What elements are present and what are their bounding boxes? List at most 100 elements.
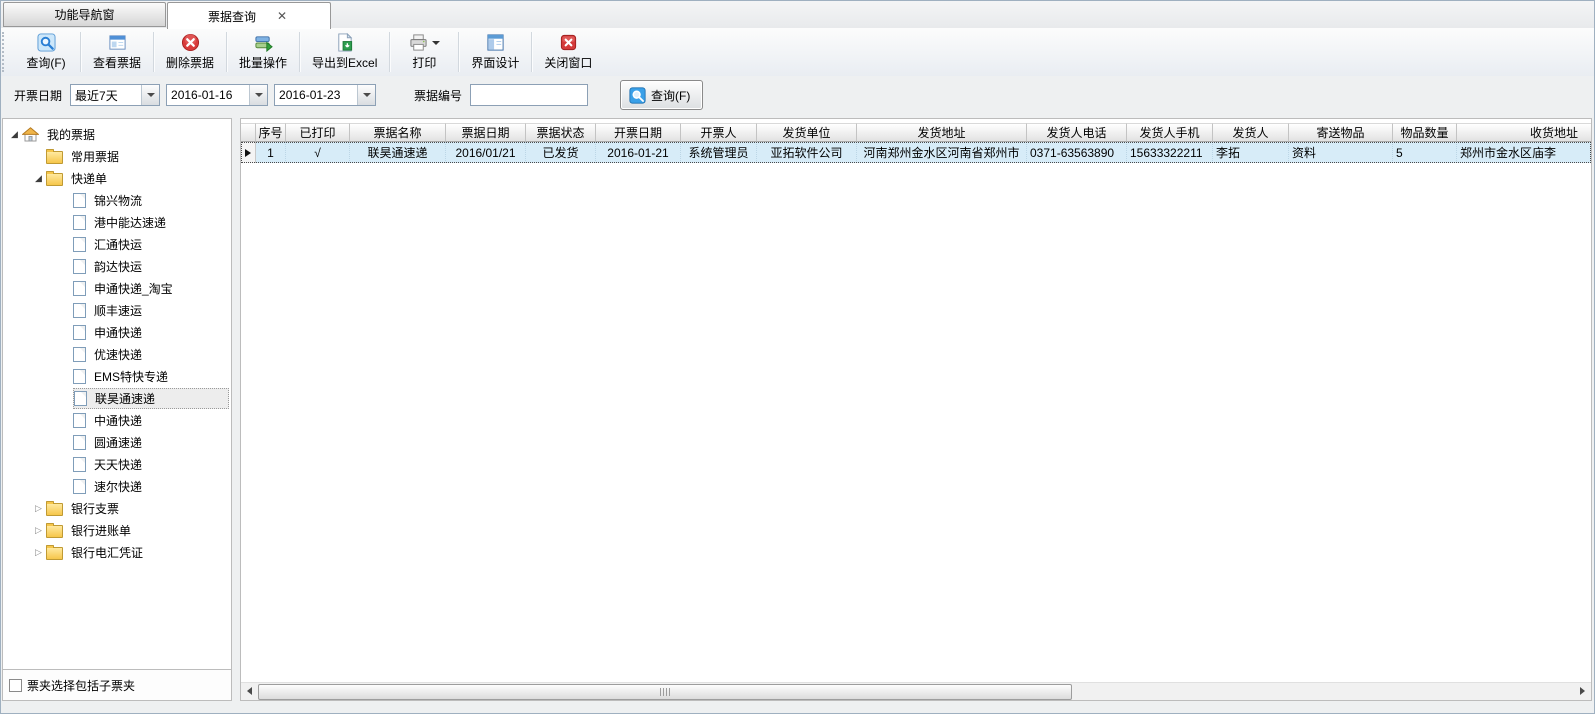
ticket-folder-panel: 我的票据 常用票据 快递单 锦兴物流 港中能达速递 [2,118,232,701]
horizontal-scrollbar[interactable] [241,682,1591,700]
tree-item-courier[interactable]: 申通快递 [3,321,231,343]
tree-item-courier[interactable]: 申通快递_淘宝 [3,277,231,299]
tree-expander-icon[interactable] [31,501,46,515]
tab-ticket-query[interactable]: 票据查询 ✕ [167,2,331,29]
tree-item-courier[interactable]: 中通快递 [3,409,231,431]
column-header[interactable]: 收货地址 [1457,123,1591,142]
view-ticket-button[interactable]: 查看票据 [82,28,152,76]
page-icon [73,369,86,384]
print-button[interactable]: 打印 [391,28,457,76]
ticket-no-label: 票据编号 [414,87,462,104]
tab-label: 功能导航窗 [54,6,114,23]
tree-item-courier[interactable]: EMS特快专递 [3,365,231,387]
cell-ticket-date: 2016/01/21 [446,142,526,163]
tree-item-courier-selected[interactable]: 联昊通速递 [3,387,231,409]
column-header[interactable]: 票据名称 [350,123,446,142]
tree-item-bank-deposit[interactable]: 银行进账单 [3,519,231,541]
tree-item-courier[interactable]: 韵达快运 [3,255,231,277]
column-header[interactable]: 票据状态 [526,123,596,142]
tree-item-label: 常用票据 [68,147,122,166]
ui-design-icon [486,33,505,52]
chevron-down-icon[interactable] [249,85,267,105]
print-button-label: 打印 [412,54,436,71]
column-header[interactable]: 发货人 [1213,123,1289,142]
page-icon [73,435,86,450]
column-header[interactable]: 票据日期 [446,123,526,142]
cell-ship-address: 河南郑州金水区河南省郑州市 [857,142,1027,163]
view-ticket-button-label: 查看票据 [93,54,141,71]
query-button[interactable]: 查询(F) [13,28,79,76]
batch-operations-button[interactable]: 批量操作 [228,28,298,76]
delete-ticket-button[interactable]: 删除票据 [155,28,225,76]
tree-expander-icon[interactable] [31,545,46,559]
tree-expander-icon[interactable] [31,171,46,185]
tree-item-express-forms[interactable]: 快递单 [3,167,231,189]
tree-expander-icon[interactable] [31,523,46,537]
tree-item-bank-cheque[interactable]: 银行支票 [3,497,231,519]
column-header[interactable]: 发货人手机 [1127,123,1213,142]
query-button-label: 查询(F) [26,54,65,71]
scroll-left-arrow-icon[interactable] [241,683,258,699]
page-icon [73,413,86,428]
column-header[interactable]: 已打印 [286,123,350,142]
cell-sender-name: 李拓 [1213,142,1289,163]
column-header[interactable]: 发货单位 [757,123,857,142]
tab-strip: 功能导航窗 票据查询 ✕ [0,0,1595,28]
page-icon [73,303,86,318]
tree-item-my-tickets[interactable]: 我的票据 [3,123,231,145]
table-row-selected[interactable]: 1 √ 联昊通速递 2016/01/21 已发货 2016-01-21 系统管理… [241,142,1591,163]
tree-item-label: 银行支票 [68,499,122,518]
print-dropdown-arrow-icon[interactable] [432,41,440,45]
tree-expander-icon[interactable] [7,127,22,141]
tree-item-courier[interactable]: 锦兴物流 [3,189,231,211]
toolbar-separator [531,32,532,72]
tree-item-label: 申通快递 [91,323,145,342]
ui-design-button[interactable]: 界面设计 [460,28,530,76]
filter-search-button[interactable]: 查询(F) [620,80,703,110]
include-subfolders-checkbox[interactable] [9,679,22,692]
tree-item-courier[interactable]: 汇通快运 [3,233,231,255]
chevron-down-icon[interactable] [141,85,159,105]
tree-item-label: 顺丰速运 [91,301,145,320]
close-window-button[interactable]: 关闭窗口 [533,28,603,76]
tree-item-label: 联昊通速递 [92,389,158,408]
tree-item-courier[interactable]: 速尔快递 [3,475,231,497]
date-range-value: 最近7天 [71,87,141,104]
ticket-no-input[interactable] [470,84,588,106]
column-header[interactable]: 序号 [256,123,286,142]
main-area: 我的票据 常用票据 快递单 锦兴物流 港中能达速递 [0,114,1595,714]
export-excel-button[interactable]: 导出到Excel [301,28,388,76]
page-icon [73,237,86,252]
cell-issue-date: 2016-01-21 [596,142,681,163]
chevron-down-icon[interactable] [357,85,375,105]
column-header[interactable]: 寄送物品 [1289,123,1393,142]
column-header[interactable]: 发货人电话 [1027,123,1127,142]
column-header[interactable]: 发货地址 [857,123,1027,142]
page-icon [73,325,86,340]
ticket-table-area: 序号 已打印 票据名称 票据日期 票据状态 开票日期 开票人 发货单位 发货地址… [240,118,1592,701]
scrollbar-thumb[interactable] [258,684,1072,700]
tree-item-courier[interactable]: 圆通速递 [3,431,231,453]
date-to-picker[interactable]: 2016-01-23 [274,84,376,106]
tree-item-courier[interactable]: 港中能达速递 [3,211,231,233]
tree-item-courier[interactable]: 天天快递 [3,453,231,475]
tree-item-common-tickets[interactable]: 常用票据 [3,145,231,167]
tree-item-courier[interactable]: 优速快递 [3,343,231,365]
date-from-picker[interactable]: 2016-01-16 [166,84,268,106]
scroll-right-arrow-icon[interactable] [1574,683,1591,699]
column-header[interactable]: 开票日期 [596,123,681,142]
export-excel-button-label: 导出到Excel [312,54,377,71]
tab-function-navigation[interactable]: 功能导航窗 [3,2,166,27]
tab-close-icon[interactable]: ✕ [274,9,290,23]
date-from-value: 2016-01-16 [167,88,249,102]
column-header[interactable]: 物品数量 [1393,123,1457,142]
tree-item-label: 港中能达速递 [91,213,169,232]
folder-icon [46,173,63,186]
folder-icon [46,547,63,560]
tree-item-bank-wire[interactable]: 银行电汇凭证 [3,541,231,563]
toolbar-grip[interactable] [2,32,11,72]
column-header[interactable]: 开票人 [681,123,757,142]
date-range-select[interactable]: 最近7天 [70,84,160,106]
tree-item-courier[interactable]: 顺丰速运 [3,299,231,321]
tree-item-label: 我的票据 [44,125,98,144]
